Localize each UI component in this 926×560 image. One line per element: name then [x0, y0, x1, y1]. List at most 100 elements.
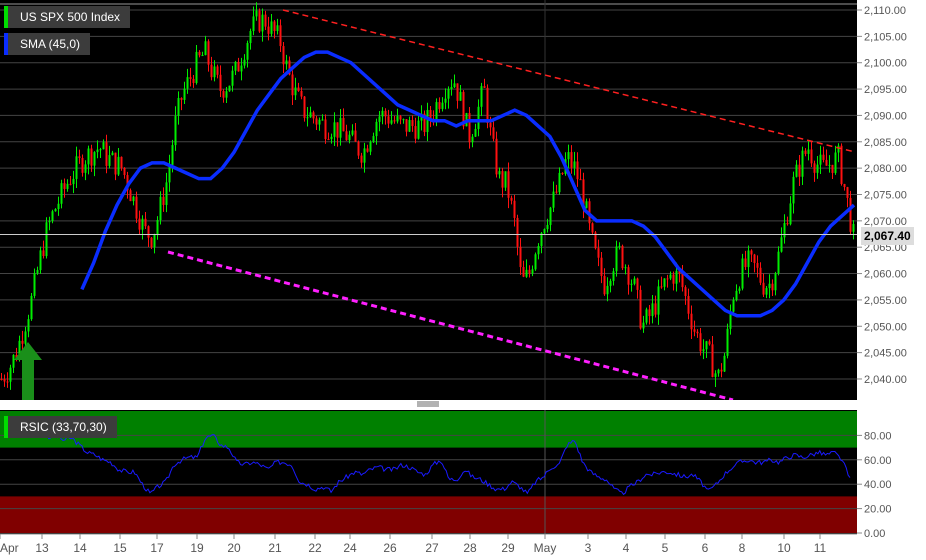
x-tick-label: 26	[383, 541, 397, 555]
candle-body	[105, 142, 108, 166]
candle-body	[402, 119, 405, 121]
chart-canvas[interactable]: 2,110.00 2,105.00 2,100.00 2,095.00 2,090.00…	[0, 0, 926, 560]
candle-body	[72, 178, 75, 185]
candle-body	[561, 172, 564, 174]
candle-body	[570, 152, 573, 168]
candle-body	[63, 183, 66, 189]
candle-body	[345, 131, 348, 141]
candle-body	[12, 354, 15, 368]
y-tick-label: 80.00	[864, 430, 892, 442]
candle-body	[756, 263, 759, 268]
candle-body	[381, 110, 384, 117]
candle-body	[120, 156, 123, 168]
candle-body	[108, 155, 111, 166]
candle-body	[51, 211, 54, 221]
candle-body	[711, 344, 714, 377]
price-legend[interactable]: US SPX 500 Index	[4, 6, 131, 28]
candle-body	[471, 136, 474, 143]
candle-body	[336, 122, 339, 138]
candle-body	[315, 118, 318, 125]
candle-body	[666, 278, 669, 280]
candle-body	[717, 369, 720, 374]
candle-body	[393, 120, 396, 122]
candle-body	[495, 138, 498, 175]
candle-body	[408, 120, 411, 132]
candle-body	[165, 182, 168, 205]
candle-body	[435, 102, 438, 120]
candle-body	[177, 98, 180, 116]
candle-body	[663, 278, 666, 287]
candle-body	[231, 70, 234, 86]
current-price-label: 2,067.40	[861, 227, 914, 245]
candle-body	[591, 223, 594, 233]
candle-body	[732, 299, 735, 312]
candle-body	[123, 167, 126, 176]
candle-body	[321, 119, 324, 121]
candle-body	[492, 127, 495, 139]
candle-body	[768, 283, 771, 289]
candle-body	[498, 171, 501, 175]
candle-body	[300, 90, 303, 97]
candle-body	[519, 246, 522, 268]
candle-body	[54, 209, 57, 212]
candle-body	[282, 46, 285, 65]
candle-body	[222, 91, 225, 98]
y-tick-label: 2,090.00	[864, 110, 907, 122]
candle-body	[252, 16, 255, 32]
candle-body	[585, 201, 588, 208]
candle-body	[225, 91, 228, 98]
candle-body	[762, 282, 765, 295]
candle-body	[174, 115, 177, 146]
candle-body	[510, 197, 513, 201]
chart-container: 2,110.00 2,105.00 2,100.00 2,095.00 2,090.00…	[0, 0, 926, 560]
candle-body	[144, 218, 147, 227]
candle-body	[183, 88, 186, 100]
candle-body	[459, 91, 462, 101]
candle-body	[696, 331, 699, 334]
candle-body	[426, 109, 429, 133]
candle-body	[117, 156, 120, 175]
y-tick-label: 2,085.00	[864, 137, 907, 149]
candle-body	[234, 61, 237, 71]
candle-body	[129, 190, 132, 202]
candle-body	[141, 218, 144, 230]
rsi-legend[interactable]: RSIC (33,70,30)	[4, 416, 117, 438]
candle-body	[654, 303, 657, 315]
candle-body	[69, 183, 72, 185]
x-tick-label: 4	[623, 541, 630, 555]
candle-body	[255, 10, 258, 17]
candle-body	[306, 117, 309, 119]
y-tick-label: 2,080.00	[864, 163, 907, 175]
candle-body	[207, 41, 210, 65]
candle-body	[546, 224, 549, 230]
candle-body	[249, 31, 252, 44]
candle-body	[639, 289, 642, 329]
candle-body	[159, 196, 162, 221]
candle-body	[624, 267, 627, 269]
candle-body	[258, 10, 261, 32]
candle-body	[261, 14, 264, 32]
candle-body	[702, 349, 705, 352]
candle-body	[513, 200, 516, 218]
overbought-band	[0, 411, 857, 448]
x-tick-label: 24	[343, 541, 357, 555]
candle-body	[441, 102, 444, 109]
candle-body	[228, 85, 231, 92]
candle-body	[30, 295, 33, 320]
y-tick-label: 2,055.00	[864, 295, 907, 307]
candle-body	[531, 269, 534, 274]
candle-body	[417, 120, 420, 139]
candle-body	[636, 278, 639, 290]
candle-body	[75, 156, 78, 179]
candle-body	[48, 220, 51, 223]
candle-body	[597, 248, 600, 258]
candle-body	[438, 102, 441, 109]
y-tick-label: 20.00	[864, 504, 892, 516]
sma-legend[interactable]: SMA (45,0)	[4, 33, 91, 55]
candle-body	[777, 251, 780, 274]
candle-body	[789, 203, 792, 225]
candle-body	[798, 164, 801, 177]
candle-body	[474, 128, 477, 137]
candle-body	[102, 142, 105, 150]
candle-body	[189, 77, 192, 79]
